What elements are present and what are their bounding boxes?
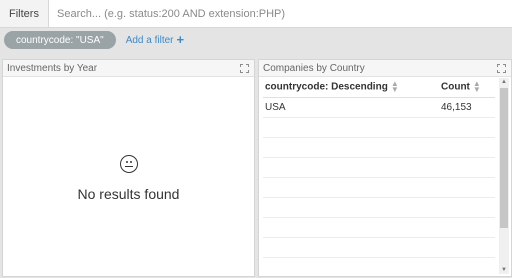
table-row [263, 117, 495, 138]
expand-icon[interactable] [240, 63, 249, 73]
filters-label: Filters [0, 0, 49, 27]
scroll-up-arrow[interactable]: ▲ [499, 78, 509, 86]
companies-by-country-panel: Companies by Country countrycode: Descen… [258, 59, 512, 277]
cell-countrycode: USA [263, 97, 439, 118]
table-row [263, 257, 495, 276]
filter-row: countrycode: "USA" Add a filter + [0, 28, 512, 52]
plus-icon: + [176, 32, 185, 47]
cell-count: 46,153 [439, 97, 495, 118]
table-container: countrycode: Descending ▲ ▼ Count ▲ ▼ USA 46… [259, 77, 498, 276]
table-row [263, 137, 495, 158]
table-row [263, 177, 495, 198]
table-row [263, 217, 495, 238]
vertical-scrollbar[interactable]: ▲ ▼ [499, 78, 509, 274]
sort-icon[interactable]: ▲ ▼ [473, 80, 481, 94]
scroll-down-arrow[interactable]: ▼ [499, 266, 509, 274]
sort-icon[interactable]: ▲ ▼ [391, 80, 399, 94]
panel-header: Companies by Country [259, 60, 511, 77]
expand-icon[interactable] [497, 63, 506, 73]
empty-state: No results found [3, 155, 254, 202]
table-row [263, 157, 495, 178]
filter-search-bar: Filters [0, 0, 512, 28]
smile-icon [119, 155, 138, 173]
add-filter-label: Add a filter [125, 34, 174, 46]
search-input[interactable] [49, 1, 512, 26]
filter-pill-countrycode[interactable]: countrycode: "USA" [4, 31, 116, 49]
investments-by-year-panel: Investments by Year No results found [2, 59, 255, 277]
data-table: countrycode: Descending ▲ ▼ Count ▲ ▼ USA 46… [263, 77, 495, 276]
panel-header: Investments by Year [3, 60, 254, 77]
add-filter-link[interactable]: Add a filter + [125, 32, 185, 47]
column-header-countrycode[interactable]: countrycode: Descending ▲ ▼ [263, 77, 439, 98]
column-header-count[interactable]: Count ▲ ▼ [439, 77, 495, 98]
table-header-row: countrycode: Descending ▲ ▼ Count ▲ ▼ [263, 77, 495, 98]
table-row [263, 237, 495, 258]
scrollbar-thumb[interactable] [500, 88, 508, 228]
table-row: USA 46,153 [263, 97, 495, 118]
panel-title: Investments by Year [7, 62, 98, 74]
empty-message: No results found [77, 186, 180, 202]
panel-title: Companies by Country [263, 62, 365, 74]
table-row [263, 197, 495, 218]
